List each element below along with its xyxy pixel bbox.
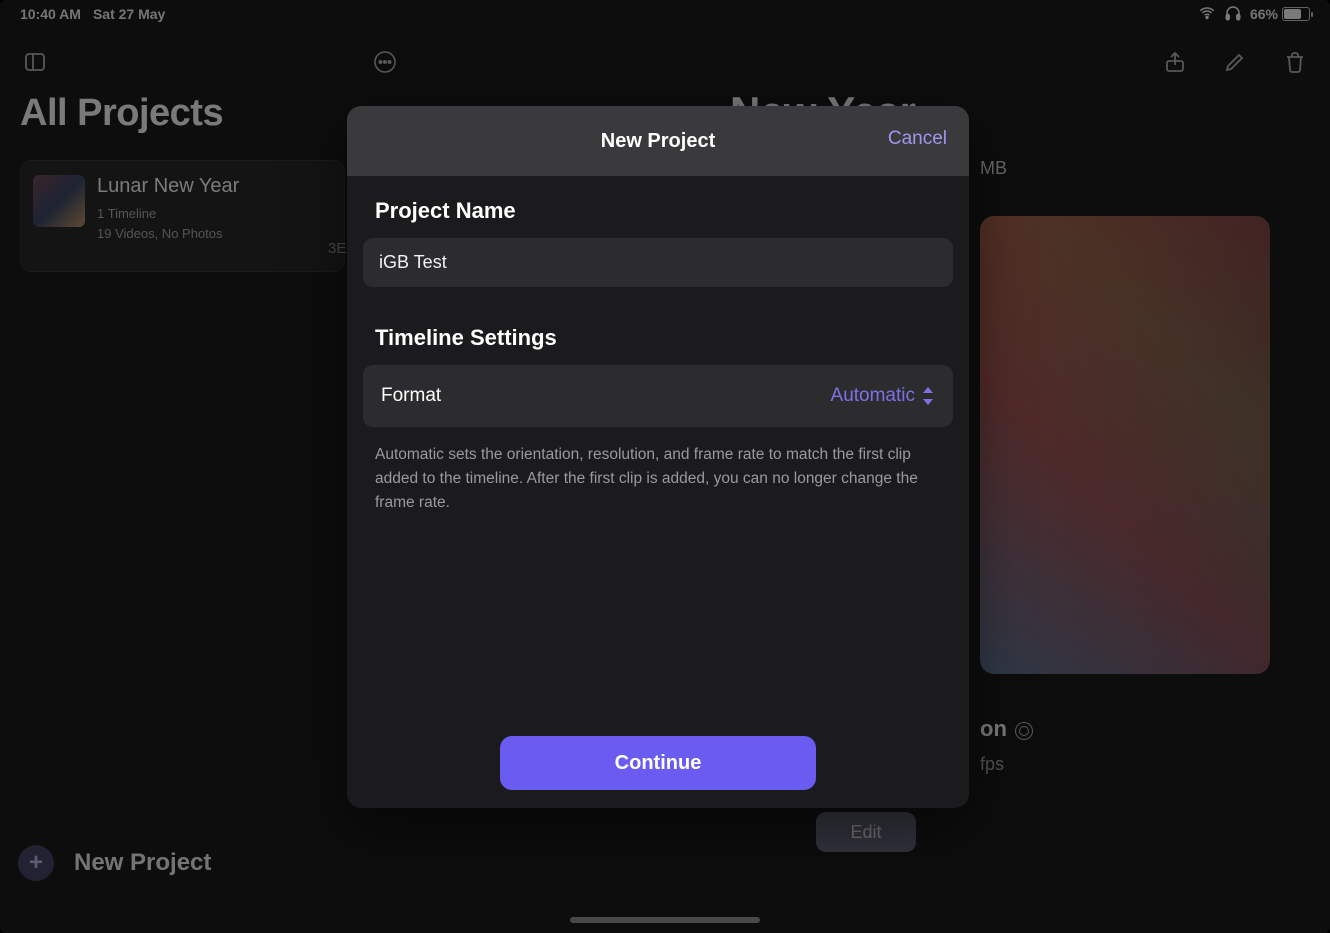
modal-header: New Project Cancel — [347, 106, 969, 176]
format-selector[interactable]: Format Automatic — [363, 365, 953, 427]
continue-button[interactable]: Continue — [500, 736, 816, 790]
format-label: Format — [381, 385, 441, 407]
cancel-button[interactable]: Cancel — [888, 128, 947, 150]
format-help-text: Automatic sets the orientation, resoluti… — [375, 443, 941, 515]
chevron-updown-icon — [921, 387, 935, 405]
project-name-section-label: Project Name — [375, 198, 953, 224]
new-project-modal: New Project Cancel Project Name Timeline… — [347, 106, 969, 808]
format-value: Automatic — [831, 385, 915, 407]
modal-title: New Project — [601, 130, 715, 153]
timeline-settings-section-label: Timeline Settings — [375, 325, 953, 351]
project-name-input[interactable] — [363, 238, 953, 287]
